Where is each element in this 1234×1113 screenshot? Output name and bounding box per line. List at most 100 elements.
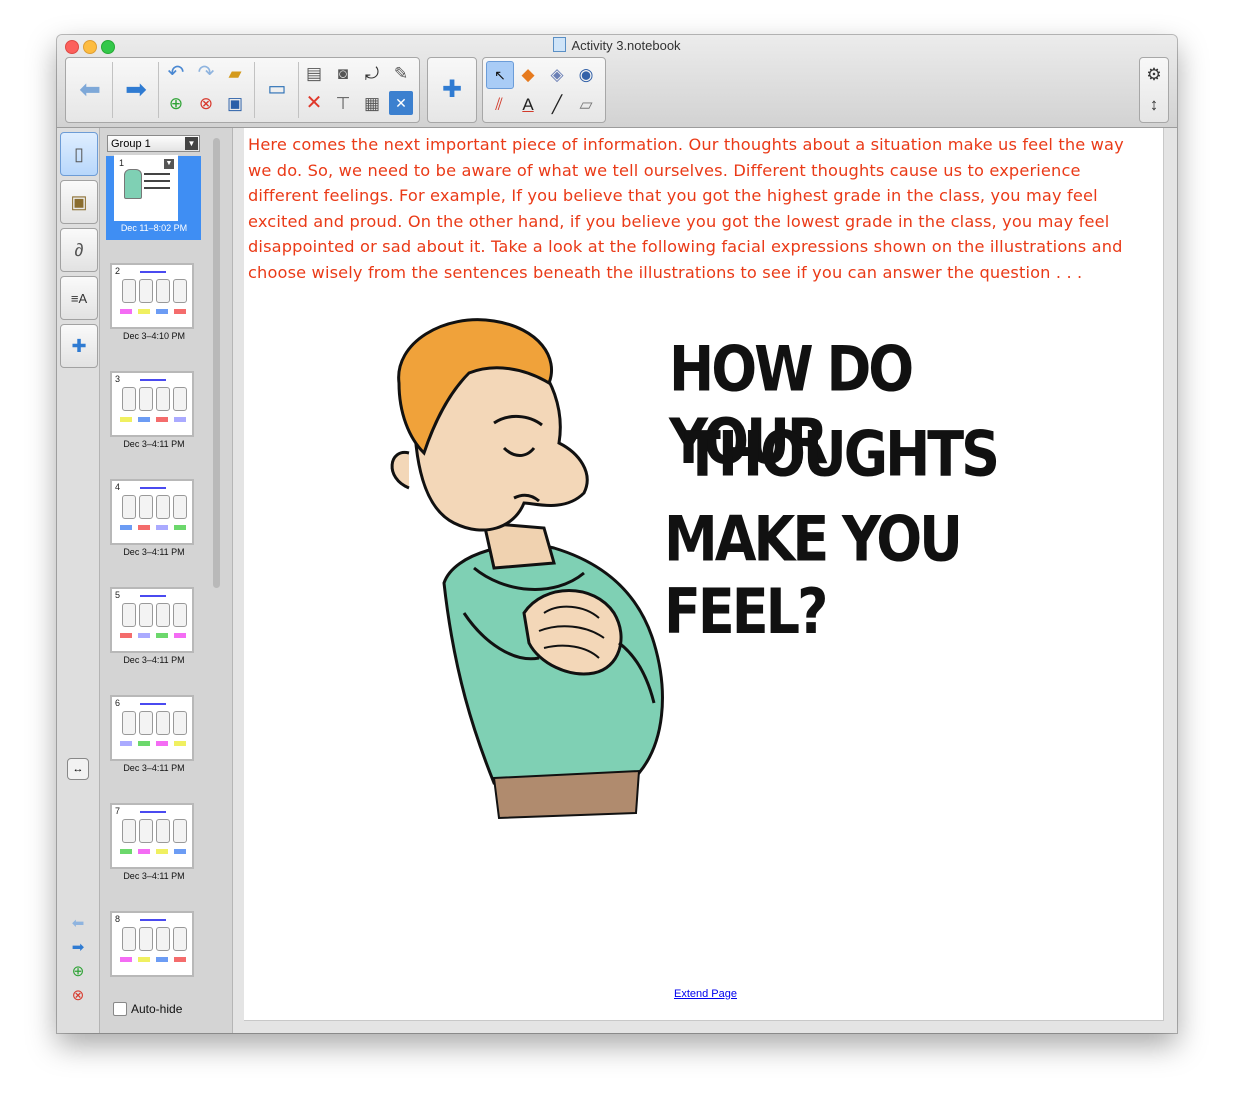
page-number: 4 <box>115 482 121 492</box>
thumbnail-label-swatch <box>174 417 186 422</box>
thumbnail-label-swatch <box>174 741 186 746</box>
chevron-down-icon: ▼ <box>185 137 198 150</box>
page-timestamp: Dec 11–8:02 PM <box>120 223 188 233</box>
shapes-icon[interactable]: ◆ <box>515 61 541 87</box>
thumbnail-figure <box>156 279 170 303</box>
thumbnail-figure <box>122 279 136 303</box>
back-icon[interactable]: ⬅ <box>74 72 106 106</box>
expand-sidebar-icon[interactable]: ↔ <box>67 758 89 780</box>
thumbnail-label-swatch <box>156 633 168 638</box>
add-page-icon[interactable]: ⊕ <box>164 91 188 115</box>
page-thumbnail[interactable]: 6 <box>110 695 194 761</box>
window-title-text: Activity 3.notebook <box>571 38 681 53</box>
page-canvas[interactable]: Here comes the next important piece of i… <box>244 128 1164 1021</box>
page-thumbnail[interactable]: 1 ▼ <box>114 155 178 221</box>
text-line: disappointed or sad about it. Take a loo… <box>248 237 1123 257</box>
gallery-tab[interactable]: ▣ <box>60 180 98 224</box>
thumbnail-figure <box>139 495 153 519</box>
properties-tab[interactable]: ≡A <box>60 276 98 320</box>
display-icon[interactable]: ▭ <box>262 74 292 104</box>
move-toolbar-icon[interactable]: ↕ <box>1142 91 1166 117</box>
addons-icon[interactable]: ✚ <box>436 74 468 106</box>
auto-hide-checkbox[interactable] <box>113 1002 127 1016</box>
thumbnail-figure <box>139 603 153 627</box>
page-thumbnail[interactable]: 3 <box>110 371 194 437</box>
page-timestamp: Dec 3–4:11 PM <box>123 871 185 881</box>
auto-hide-option[interactable]: Auto-hide <box>113 1002 182 1016</box>
attachments-tab[interactable]: ∂ <box>60 228 98 272</box>
sidebar-tabs: ▯ ▣ ∂ ≡A ✚ ↔ ⬅ ➡ ⊕ ⊗ <box>57 128 100 1033</box>
addons-tab[interactable]: ✚ <box>60 324 98 368</box>
page-timestamp: Dec 3–4:10 PM <box>122 331 186 341</box>
page-number: 1 <box>119 158 125 168</box>
page-thumbnail[interactable]: 5 <box>110 587 194 653</box>
toolbar-group-main: ⬅ ➡ ↶ ↷ ▰ ⊕ ⊗ ▣ ▭ ▤ ◙ ⤾ ✎ ✕ ⊤ ▦ ✕ <box>65 57 420 123</box>
undo-icon[interactable]: ↶ <box>164 61 188 85</box>
page-timestamp: Dec 3–4:11 PM <box>123 655 185 665</box>
open-icon[interactable]: ▰ <box>223 61 247 85</box>
thumbnail-cartoon <box>124 169 142 199</box>
page-thumbnail[interactable]: 8 <box>110 911 194 977</box>
page-thumbnail[interactable]: 4 <box>110 479 194 545</box>
select-icon[interactable]: ↖ <box>486 61 514 89</box>
pens-icon[interactable]: ⫽ <box>486 91 512 117</box>
previous-page-icon[interactable]: ⬅ <box>69 914 87 932</box>
page-sorter-tab[interactable]: ▯ <box>60 132 98 176</box>
redo-icon[interactable]: ↷ <box>194 61 218 85</box>
thumbnail-label-swatch <box>156 741 168 746</box>
page-thumbnail[interactable]: 7 <box>110 803 194 869</box>
paste-icon[interactable]: ▤ <box>302 61 326 85</box>
delete-icon[interactable]: ✕ <box>302 91 326 115</box>
thumbnail-label-swatch <box>120 849 132 854</box>
settings-icon[interactable]: ⚙ <box>1142 61 1166 87</box>
save-icon[interactable]: ▣ <box>223 91 247 115</box>
table-icon[interactable]: ▦ <box>360 91 384 115</box>
group-select[interactable]: Group 1 ▼ <box>107 135 200 152</box>
thumbnail-figure <box>173 279 187 303</box>
thumbnail-figure <box>156 387 170 411</box>
clear-icon[interactable]: ✕ <box>389 91 413 115</box>
forward-icon[interactable]: ➡ <box>120 72 152 106</box>
text-icon[interactable]: A <box>515 91 541 117</box>
thumbnail-label-swatch <box>120 309 132 314</box>
thumbnail-label-swatch <box>120 957 132 962</box>
page-thumbnail[interactable]: 2 <box>110 263 194 329</box>
screen-capture-icon[interactable]: ◙ <box>331 61 355 85</box>
screen-shade-icon[interactable]: ⊤ <box>331 91 355 115</box>
magic-pen-icon[interactable]: ◈ <box>544 61 570 87</box>
thumbnail-label-swatch <box>156 309 168 314</box>
thumbnail-text-line <box>144 180 170 182</box>
page-number: 8 <box>115 914 121 924</box>
cartoon-illustration[interactable]: HOW DO YOUR THOUGHTS MAKE YOU FEEL? <box>354 313 1074 843</box>
rotate-icon[interactable]: ⤾ <box>360 61 384 85</box>
properties-icon[interactable]: ✎ <box>389 61 413 85</box>
thumbnail-figure <box>139 279 153 303</box>
next-page-icon[interactable]: ➡ <box>69 938 87 956</box>
extend-page-link[interactable]: Extend Page <box>674 988 737 1000</box>
eraser-icon[interactable]: ▱ <box>573 91 599 117</box>
page-number: 7 <box>115 806 121 816</box>
thumbnail-figure <box>122 603 136 627</box>
thumbnail-menu-icon[interactable]: ▼ <box>164 159 174 169</box>
thumbnail-figure <box>173 711 187 735</box>
thumbnail-figure <box>122 927 136 951</box>
toolbar-group-tools: ↖ ◆ ◈ ◉ ⫽ A ╱ ▱ <box>482 57 606 123</box>
page-number: 5 <box>115 590 121 600</box>
puzzle-icon: ✚ <box>71 335 87 356</box>
line-icon[interactable]: ╱ <box>544 91 570 117</box>
add-page-icon[interactable]: ⊕ <box>69 962 87 980</box>
thumbnail-figure <box>156 711 170 735</box>
thumbnail-label-swatch <box>156 417 168 422</box>
sorter-scrollbar[interactable] <box>213 138 220 588</box>
thumbnail-figure <box>139 711 153 735</box>
thumbnail-label-swatch <box>156 849 168 854</box>
fill-icon[interactable]: ◉ <box>573 61 599 87</box>
text-line: we do. So, we need to be aware of what w… <box>248 160 1081 180</box>
page-timestamp: Dec 3–4:11 PM <box>123 439 185 449</box>
group-label: Group 1 <box>111 138 151 150</box>
page-icon: ▯ <box>74 143 84 164</box>
information-text[interactable]: Here comes the next important piece of i… <box>248 132 1163 286</box>
delete-page-icon[interactable]: ⊗ <box>69 986 87 1004</box>
delete-page-icon[interactable]: ⊗ <box>194 91 218 115</box>
thumbnail-title-bar <box>140 811 166 813</box>
